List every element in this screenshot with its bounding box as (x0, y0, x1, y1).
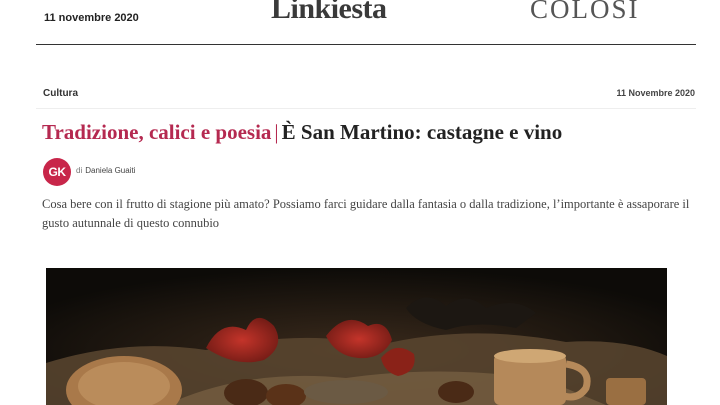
masthead-date: 11 novembre 2020 (44, 12, 139, 24)
section-link[interactable]: Cultura (43, 88, 78, 99)
site-logo[interactable]: Linkiesta (271, 0, 387, 26)
masthead: 11 novembre 2020 Linkiesta COLOSI (0, 0, 720, 46)
author-avatar[interactable]: GK (43, 158, 71, 186)
sponsor-logo[interactable]: COLOSI (530, 0, 640, 25)
article-hero-image (46, 268, 667, 405)
byline: di Daniela Guaiti (76, 166, 135, 175)
meta-divider (36, 108, 696, 109)
masthead-divider (36, 44, 696, 45)
headline-separator: | (274, 120, 279, 144)
headline-title: È San Martino: castagne e vino (281, 120, 563, 144)
publish-date: 11 Novembre 2020 (616, 88, 695, 98)
byline-prefix: di (76, 166, 83, 175)
headline-kicker: Tradizione, calici e poesia (42, 120, 272, 144)
article-deck: Cosa bere con il frutto di stagione più … (42, 197, 690, 230)
article-headline: Tradizione, calici e poesia | È San Martin… (42, 120, 562, 145)
author-name-link[interactable]: Daniela Guaiti (85, 166, 135, 175)
